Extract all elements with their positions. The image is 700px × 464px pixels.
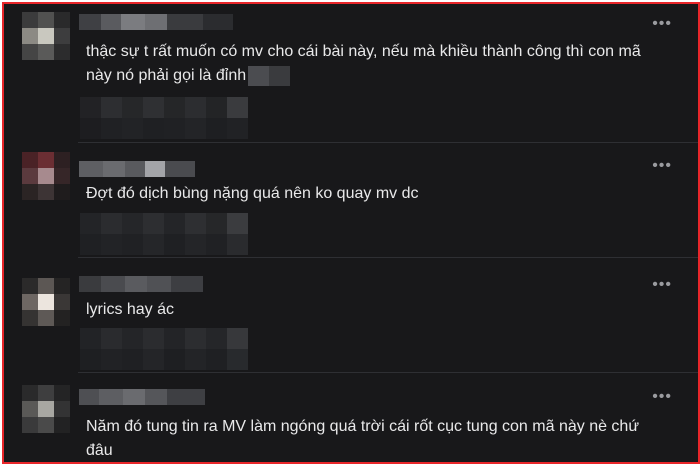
avatar[interactable] bbox=[22, 12, 70, 60]
avatar[interactable] bbox=[22, 278, 70, 326]
avatar[interactable] bbox=[22, 152, 70, 200]
comment-item: thậc sự t rất muốn có mv cho cái bài này… bbox=[4, 4, 698, 142]
reactions-blurred[interactable] bbox=[80, 97, 248, 139]
comment-thread: thậc sự t rất muốn có mv cho cái bài này… bbox=[2, 2, 700, 464]
commenter-name-blurred[interactable] bbox=[79, 161, 195, 177]
comment-text: thậc sự t rất muốn có mv cho cái bài này… bbox=[86, 43, 641, 86]
redacted-emoji bbox=[248, 65, 291, 86]
more-options-icon[interactable]: ••• bbox=[652, 158, 672, 174]
more-options-icon[interactable]: ••• bbox=[652, 277, 672, 293]
reactions-blurred[interactable] bbox=[80, 213, 248, 255]
more-options-icon[interactable]: ••• bbox=[652, 16, 672, 32]
commenter-name-blurred[interactable] bbox=[79, 389, 205, 405]
comment-item: lyrics hay ác ••• bbox=[4, 258, 698, 372]
avatar[interactable] bbox=[22, 385, 70, 433]
commenter-name-blurred[interactable] bbox=[79, 276, 203, 292]
reactions-blurred[interactable] bbox=[80, 328, 248, 370]
comment-item: Đợt đó dịch bùng nặng quá nên ko quay mv… bbox=[4, 143, 698, 257]
comment-item: Năm đó tung tin ra MV làm ngóng quá trời… bbox=[4, 373, 698, 462]
more-options-icon[interactable]: ••• bbox=[652, 389, 672, 405]
comment-text: lyrics hay ác bbox=[86, 301, 175, 318]
commenter-name-blurred[interactable] bbox=[79, 14, 233, 30]
comment-text: Đợt đó dịch bùng nặng quá nên ko quay mv… bbox=[86, 185, 419, 202]
comment-text: Năm đó tung tin ra MV làm ngóng quá trời… bbox=[86, 418, 640, 459]
